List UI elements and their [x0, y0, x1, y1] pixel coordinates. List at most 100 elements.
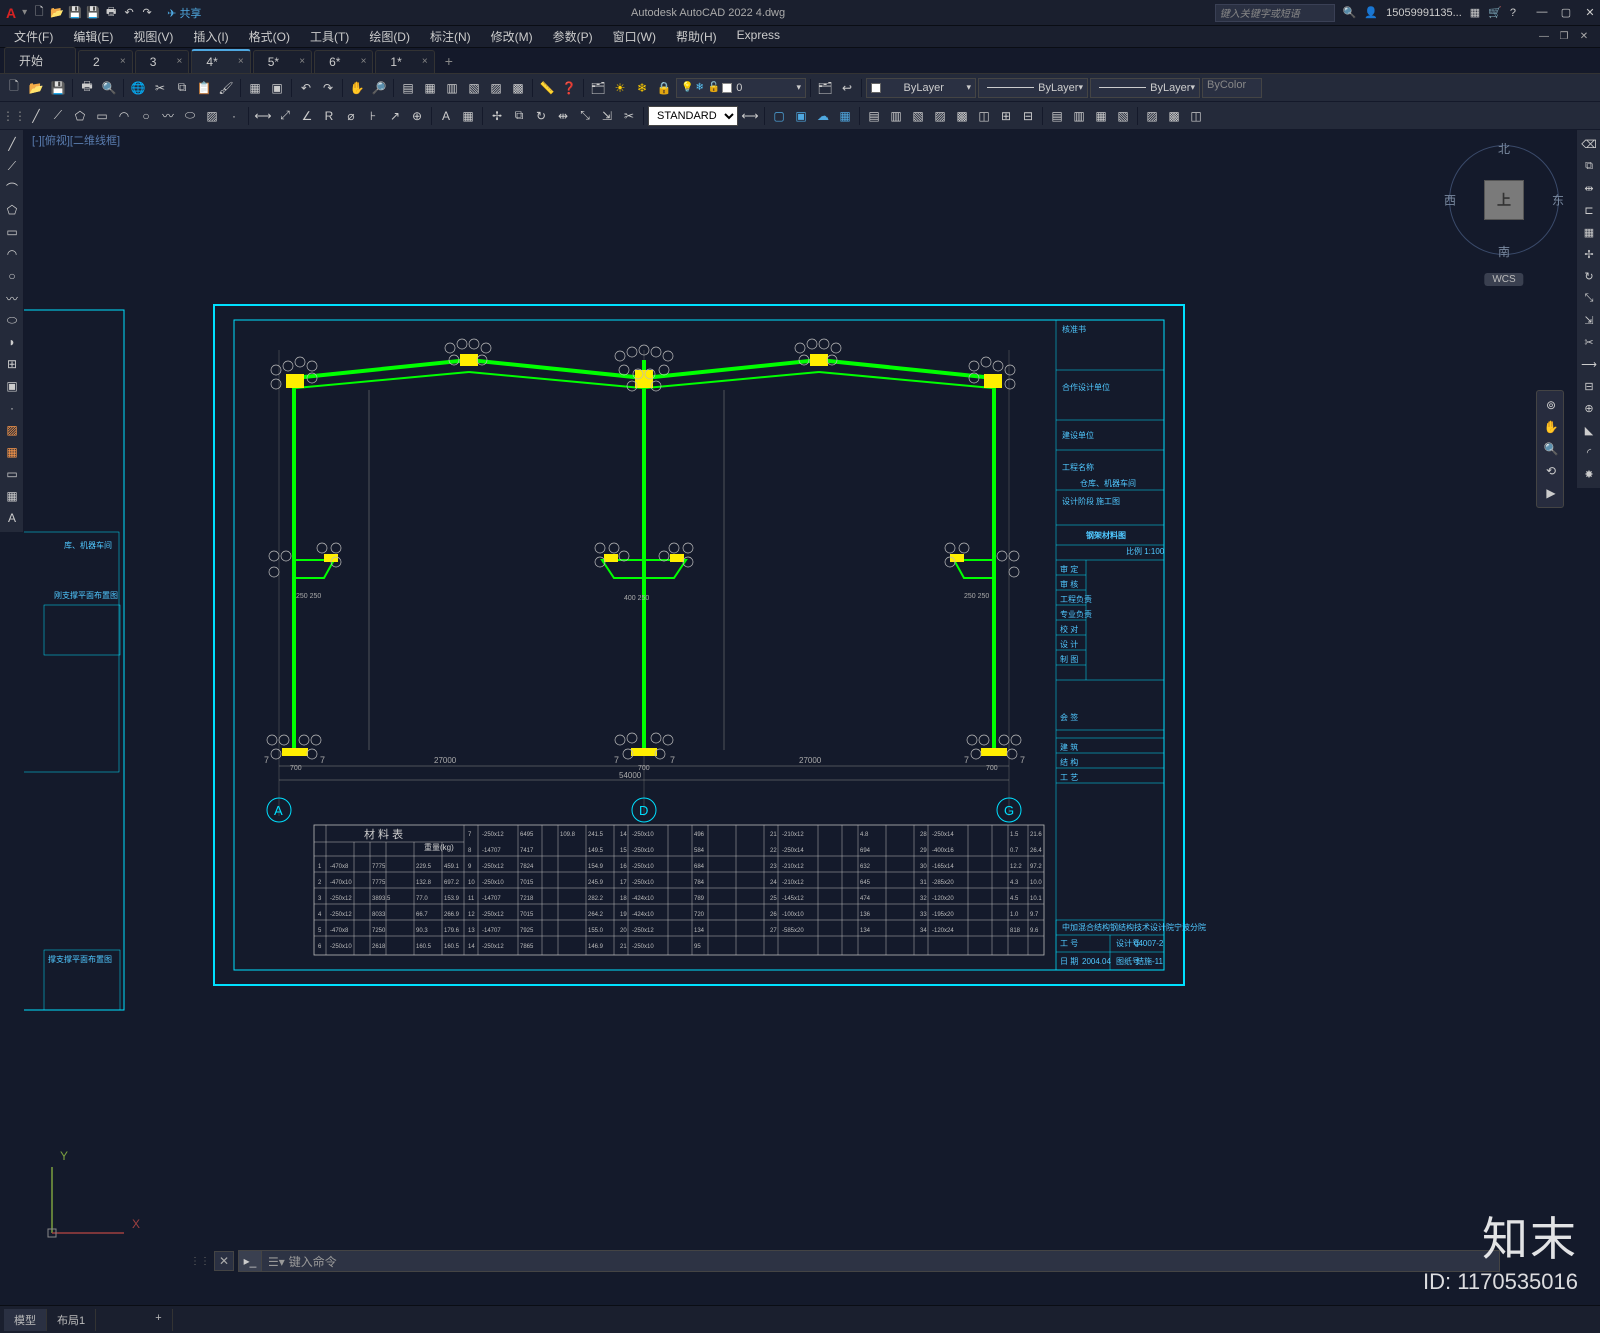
measure-icon[interactable]: 📏	[537, 78, 557, 98]
cmd-grip-icon[interactable]: ⋮⋮	[190, 1256, 210, 1267]
qcalc-icon[interactable]: ▩	[508, 78, 528, 98]
close-icon[interactable]: ×	[177, 56, 183, 67]
menu-modify[interactable]: 修改(M)	[481, 26, 543, 47]
ssm-icon[interactable]: ▧	[464, 78, 484, 98]
lineweight-dropdown[interactable]: ByLayer ▾	[1090, 78, 1200, 98]
apps-icon[interactable]: ▦	[1470, 6, 1480, 19]
sun-icon[interactable]: ☀	[610, 78, 630, 98]
rotate-icon[interactable]: ↻	[531, 106, 551, 126]
express2-icon[interactable]: ▥	[886, 106, 906, 126]
open-icon[interactable]: 📂	[26, 78, 46, 98]
dim-angular-icon[interactable]: ∠	[297, 106, 317, 126]
ellipse-icon[interactable]: ⬭	[2, 310, 22, 330]
lock-icon[interactable]: 🔒	[654, 78, 674, 98]
ellipse-icon[interactable]: ⬭	[180, 106, 200, 126]
hatch-icon[interactable]: ▨	[202, 106, 222, 126]
express12-icon[interactable]: ▧	[1113, 106, 1133, 126]
circle-icon[interactable]: ○	[136, 106, 156, 126]
maximize-button[interactable]: ▢	[1556, 6, 1576, 19]
print-icon[interactable]: 🖶	[77, 78, 97, 98]
paste-icon[interactable]: 📋	[194, 78, 214, 98]
layer-mgr-icon[interactable]: 🗂	[588, 78, 608, 98]
close-button[interactable]: ✕	[1580, 6, 1600, 19]
mirror-icon[interactable]: ⇹	[1579, 178, 1599, 198]
erase-icon[interactable]: ⌫	[1579, 134, 1599, 154]
spline-icon[interactable]: 〰	[158, 106, 178, 126]
join-icon[interactable]: ⊕	[1579, 398, 1599, 418]
polygon-icon[interactable]: ⬠	[70, 106, 90, 126]
revcloud-icon[interactable]: ☁	[813, 106, 833, 126]
tab-3[interactable]: 3×	[135, 50, 190, 73]
dimstyle-icon[interactable]: ⟷	[740, 106, 760, 126]
search-icon[interactable]: 🔍	[1343, 6, 1357, 19]
fillet-icon[interactable]: ◜	[1579, 442, 1599, 462]
tpalette-icon[interactable]: ▥	[442, 78, 462, 98]
express13-icon[interactable]: ▨	[1142, 106, 1162, 126]
dim-aligned-icon[interactable]: ⤢	[275, 106, 295, 126]
move-icon[interactable]: ✢	[487, 106, 507, 126]
stretch-icon[interactable]: ⇲	[1579, 310, 1599, 330]
saveas-icon[interactable]: 💾	[85, 5, 101, 21]
cloud-icon[interactable]: ▢	[769, 106, 789, 126]
layerprev-icon[interactable]: ↩	[837, 78, 857, 98]
block2-icon[interactable]: ▣	[267, 78, 287, 98]
express9-icon[interactable]: ▤	[1047, 106, 1067, 126]
new-tab-button[interactable]: +	[437, 49, 461, 73]
menu-tools[interactable]: 工具(T)	[300, 26, 359, 47]
tab-layout1[interactable]: 布局1	[47, 1309, 96, 1331]
color-dropdown[interactable]: ByLayer ▾	[866, 78, 976, 98]
express7-icon[interactable]: ⊞	[996, 106, 1016, 126]
undo-icon[interactable]: ↶	[121, 5, 137, 21]
cart-icon[interactable]: 🛒	[1488, 6, 1502, 19]
help2-icon[interactable]: ❓	[559, 78, 579, 98]
express4-icon[interactable]: ▨	[930, 106, 950, 126]
insert-icon[interactable]: ⊞	[2, 354, 22, 374]
tolerance-icon[interactable]: ⊕	[407, 106, 427, 126]
menu-param[interactable]: 参数(P)	[543, 26, 603, 47]
plot-icon[interactable]: 🖶	[103, 5, 119, 21]
express14-icon[interactable]: ▩	[1164, 106, 1184, 126]
doc-close-button[interactable]: ✕	[1576, 31, 1592, 42]
new-icon[interactable]: 🗋	[31, 5, 47, 21]
menu-help[interactable]: 帮助(H)	[666, 26, 727, 47]
array-icon[interactable]: ▦	[1579, 222, 1599, 242]
line-icon[interactable]: ╱	[2, 134, 22, 154]
express1-icon[interactable]: ▤	[864, 106, 884, 126]
arc-icon[interactable]: ◠	[2, 244, 22, 264]
ucs-icon[interactable]: Y X	[24, 1155, 144, 1255]
menu-file[interactable]: 文件(F)	[4, 26, 63, 47]
trim-icon[interactable]: ✂	[1579, 332, 1599, 352]
menu-format[interactable]: 格式(O)	[239, 26, 300, 47]
express15-icon[interactable]: ◫	[1186, 106, 1206, 126]
doc-restore-button[interactable]: ❐	[1556, 31, 1572, 42]
tab-5[interactable]: 5*×	[253, 50, 312, 73]
close-icon[interactable]: ×	[422, 56, 428, 67]
table-icon[interactable]: ▦	[2, 486, 22, 506]
redo-icon[interactable]: ↷	[318, 78, 338, 98]
plotstyle-dropdown[interactable]: ByColor	[1202, 78, 1262, 98]
block-icon[interactable]: ▦	[245, 78, 265, 98]
chamfer-icon[interactable]: ◣	[1579, 420, 1599, 440]
express5-icon[interactable]: ▩	[952, 106, 972, 126]
trim-icon[interactable]: ✂	[619, 106, 639, 126]
text-icon[interactable]: A	[436, 106, 456, 126]
preview-icon[interactable]: 🔍	[99, 78, 119, 98]
layermatch-icon[interactable]: 🗂	[815, 78, 835, 98]
dcenter-icon[interactable]: ▦	[420, 78, 440, 98]
zoom-icon[interactable]: 🔎	[369, 78, 389, 98]
close-icon[interactable]: ×	[120, 56, 126, 67]
express11-icon[interactable]: ▦	[1091, 106, 1111, 126]
save-icon[interactable]: 💾	[67, 5, 83, 21]
menu-insert[interactable]: 插入(I)	[183, 26, 238, 47]
rect-icon[interactable]: ▭	[2, 222, 22, 242]
gradient-icon[interactable]: ▦	[2, 442, 22, 462]
menu-edit[interactable]: 编辑(E)	[63, 26, 123, 47]
block-icon[interactable]: ▣	[2, 376, 22, 396]
circle-icon[interactable]: ○	[2, 266, 22, 286]
tab-1[interactable]: 1*×	[375, 50, 434, 73]
express10-icon[interactable]: ▥	[1069, 106, 1089, 126]
express3-icon[interactable]: ▧	[908, 106, 928, 126]
new-icon[interactable]: 🗋	[4, 78, 24, 98]
layer-dropdown[interactable]: 💡 ❄ 🔓 0 ▾	[676, 78, 806, 98]
scale-icon[interactable]: ⤡	[1579, 288, 1599, 308]
